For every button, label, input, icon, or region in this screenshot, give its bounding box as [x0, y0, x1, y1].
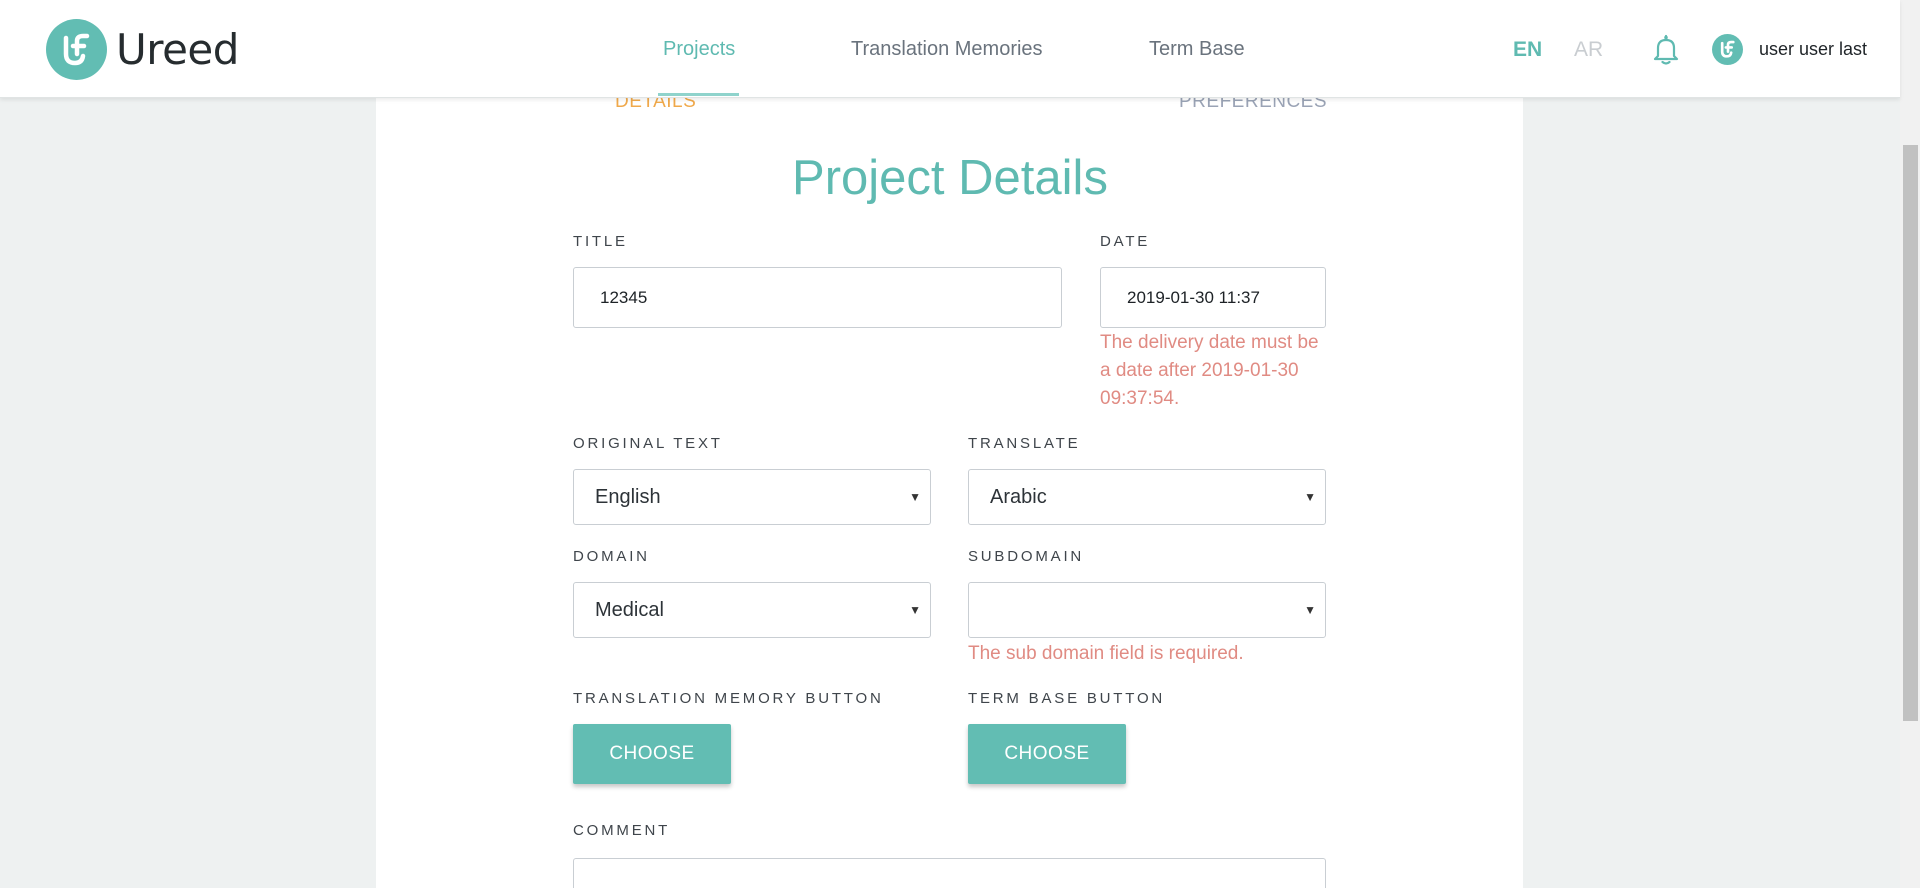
top-header: Ureed Projects Translation Memories Term… [0, 0, 1900, 98]
page-title: Project Details [792, 151, 1108, 205]
chevron-down-icon: ▼ [1304, 490, 1316, 504]
bell-icon[interactable] [1652, 34, 1680, 71]
nav-term-base[interactable]: Term Base [1149, 38, 1245, 61]
domain-label: DOMAIN [573, 548, 650, 565]
title-input[interactable]: 12345 [573, 267, 1062, 328]
date-label: DATE [1100, 233, 1151, 250]
brand-name: Ureed [116, 25, 239, 74]
comment-textarea[interactable] [573, 858, 1326, 888]
original-text-value: English [595, 485, 661, 508]
nav-projects[interactable]: Projects [663, 38, 735, 61]
domain-select[interactable]: Medical ▼ [573, 582, 931, 638]
comment-label: COMMENT [573, 822, 671, 839]
brand-logo[interactable]: Ureed [46, 19, 239, 80]
title-label: TITLE [573, 233, 628, 250]
form-card [376, 98, 1523, 888]
lang-en-toggle[interactable]: EN [1513, 38, 1542, 62]
original-text-select[interactable]: English ▼ [573, 469, 931, 525]
subdomain-select[interactable]: ▼ [968, 582, 1326, 638]
translate-label: TRANSLATE [968, 435, 1081, 452]
chevron-down-icon: ▼ [909, 490, 921, 504]
avatar[interactable] [1712, 34, 1743, 65]
nav-translation-memories[interactable]: Translation Memories [851, 38, 1043, 61]
lang-ar-toggle[interactable]: AR [1574, 38, 1603, 62]
ureed-logo-icon [46, 19, 107, 80]
chevron-down-icon: ▼ [909, 603, 921, 617]
subdomain-error: The sub domain field is required. [968, 643, 1244, 664]
date-error: The delivery date must be a date after 2… [1100, 332, 1319, 409]
translate-select[interactable]: Arabic ▼ [968, 469, 1326, 525]
date-input[interactable]: 2019-01-30 11:37 [1100, 267, 1326, 328]
term-base-label: TERM BASE BUTTON [968, 690, 1166, 707]
user-menu[interactable]: user user last [1759, 39, 1867, 60]
title-input-value: 12345 [600, 287, 648, 307]
date-input-value: 2019-01-30 11:37 [1127, 287, 1260, 307]
chevron-down-icon: ▼ [1304, 603, 1316, 617]
scrollbar-thumb[interactable] [1903, 145, 1918, 721]
translation-memory-label: TRANSLATION MEMORY BUTTON [573, 690, 884, 707]
domain-value: Medical [595, 598, 664, 621]
subdomain-label: SUBDOMAIN [968, 548, 1085, 565]
nav-active-indicator [658, 93, 739, 96]
choose-term-base-button[interactable]: CHOOSE [968, 724, 1126, 784]
translate-value: Arabic [990, 485, 1047, 508]
choose-translation-memory-button[interactable]: CHOOSE [573, 724, 731, 784]
original-text-label: ORIGINAL TEXT [573, 435, 723, 452]
